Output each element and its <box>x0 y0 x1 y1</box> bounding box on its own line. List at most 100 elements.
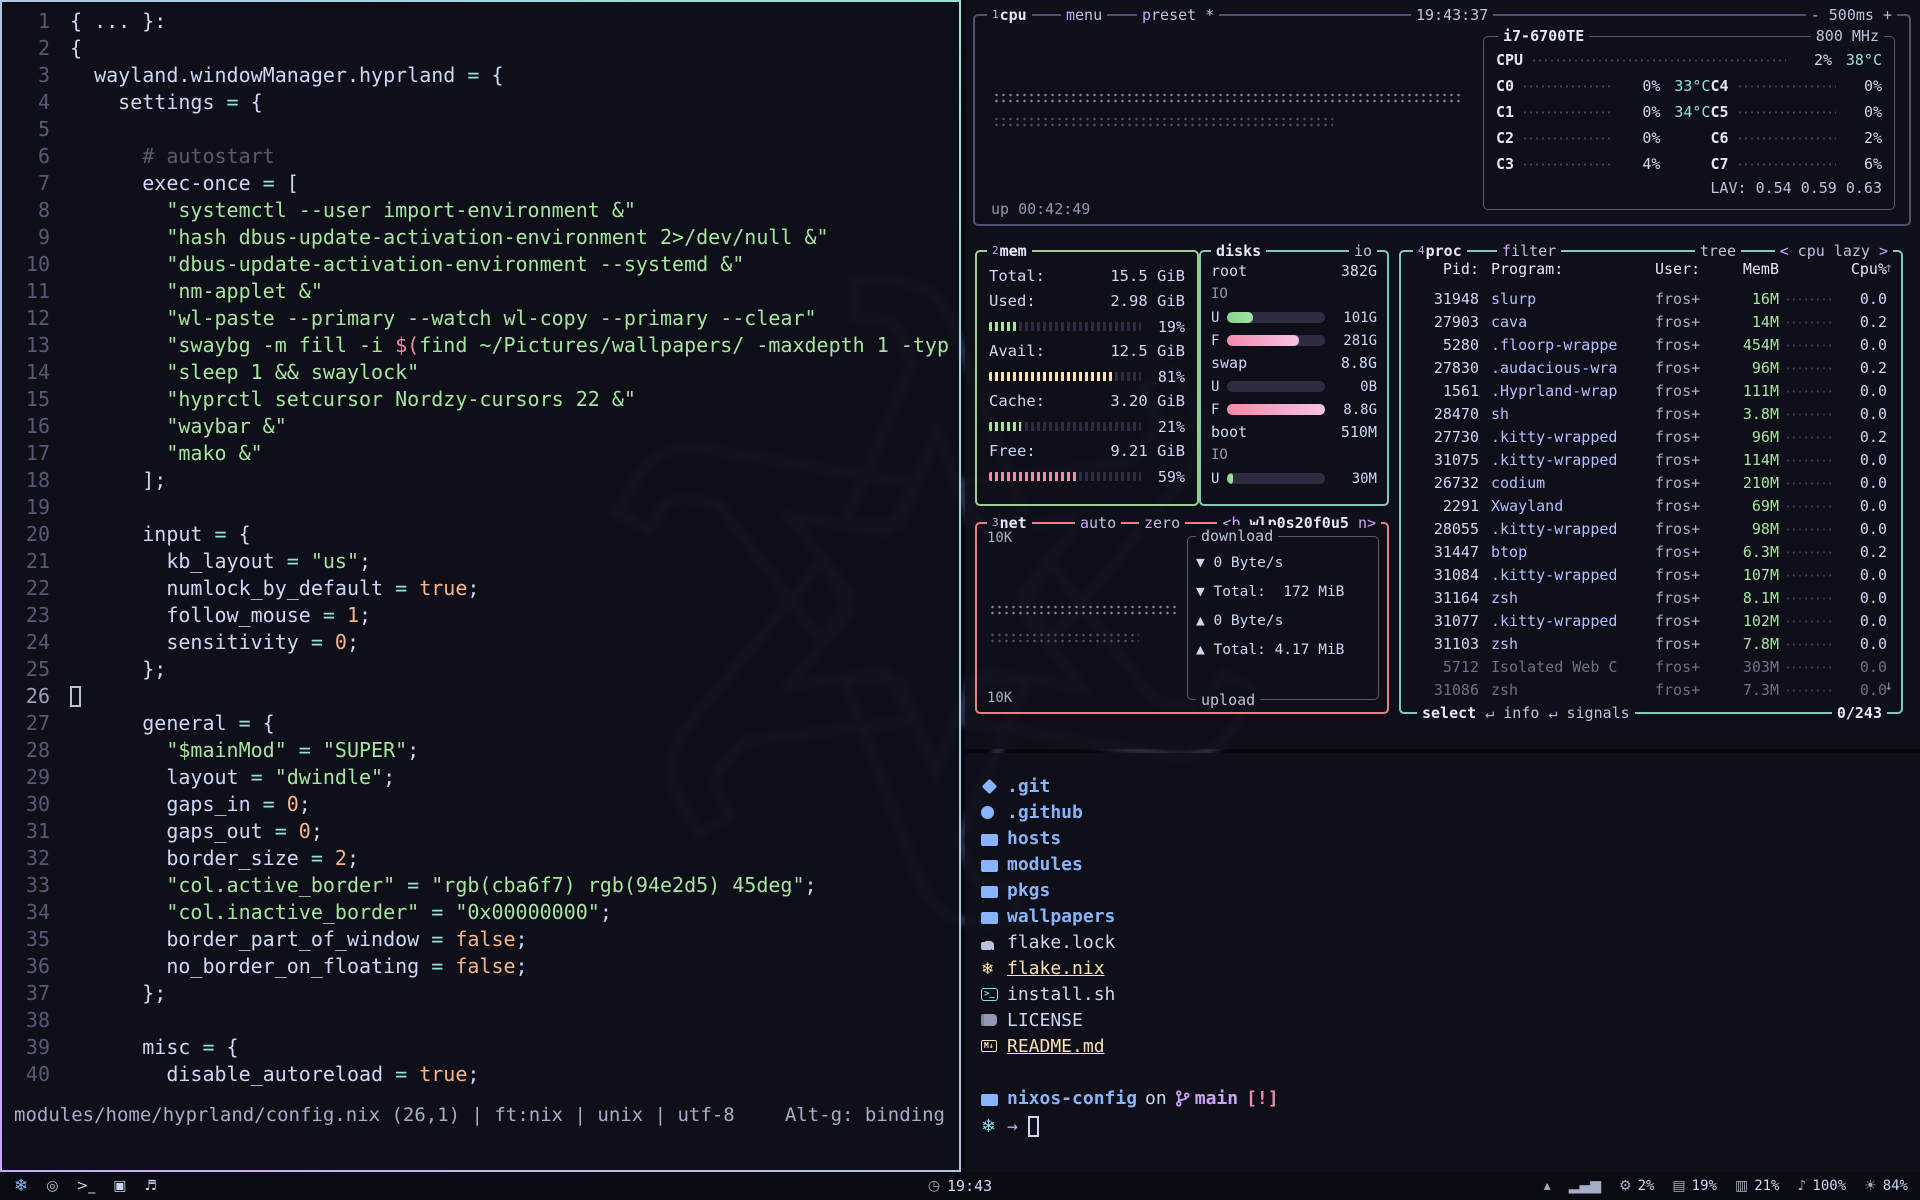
process-row[interactable]: 28055.kitty-wrappedfros+98M0.0 <box>1401 518 1901 541</box>
process-row[interactable]: 27830.audacious-wrafros+96M0.2 <box>1401 357 1901 380</box>
process-row[interactable]: 31103zshfros+7.8M0.0 <box>1401 633 1901 656</box>
tray-expander-module[interactable]: ▴ <box>1544 1178 1551 1194</box>
process-row[interactable]: 31084.kitty-wrappedfros+107M0.0 <box>1401 564 1901 587</box>
volume-module[interactable]: ♪100% <box>1797 1178 1846 1194</box>
code-line[interactable]: 29 layout = "dwindle"; <box>14 764 951 791</box>
line-number: 19 <box>14 494 50 521</box>
memory-module[interactable]: ▤19% <box>1672 1178 1717 1194</box>
workspace-music-icon[interactable]: ♬ <box>144 1178 157 1194</box>
process-row[interactable]: 27730.kitty-wrappedfros+96M0.2 <box>1401 426 1901 449</box>
code-line[interactable]: 33 "col.active_border" = "rgb(cba6f7) rg… <box>14 872 951 899</box>
code-line[interactable]: 4 settings = { <box>14 89 951 116</box>
process-sort-control[interactable]: < cpu lazy > <box>1775 240 1893 262</box>
clock-module[interactable]: ◷ 19:43 <box>928 1177 992 1195</box>
code-line[interactable]: 14 "sleep 1 && swaylock" <box>14 359 951 386</box>
code-line[interactable]: 28 "$mainMod" = "SUPER"; <box>14 737 951 764</box>
header-memb[interactable]: MemB <box>1725 260 1779 278</box>
workspace-terminal-icon[interactable]: >_ <box>76 1178 95 1194</box>
code-line[interactable]: 12 "wl-paste --primary --watch wl-copy -… <box>14 305 951 332</box>
code-line[interactable]: 37 }; <box>14 980 951 1007</box>
code-line[interactable]: 8 "systemctl --user import-environment &… <box>14 197 951 224</box>
code-line[interactable]: 36 no_border_on_floating = false; <box>14 953 951 980</box>
line-number: 32 <box>14 845 50 872</box>
code-line[interactable]: 1{ ... }: <box>14 8 951 35</box>
process-row[interactable]: 28470shfros+3.8M0.0 <box>1401 403 1901 426</box>
code-line[interactable]: 18 ]; <box>14 467 951 494</box>
code-token: ; <box>383 764 395 791</box>
code-line[interactable]: 32 border_size = 2; <box>14 845 951 872</box>
process-row[interactable]: 31164zshfros+8.1M0.0 <box>1401 587 1901 610</box>
header-cpu[interactable]: Cpu% <box>1841 260 1887 278</box>
code-line[interactable]: 2{ <box>14 35 951 62</box>
code-line[interactable]: 7 exec-once = [ <box>14 170 951 197</box>
code-line[interactable]: 35 border_part_of_window = false; <box>14 926 951 953</box>
line-number: 29 <box>14 764 50 791</box>
cpu-module[interactable]: ⚙2% <box>1619 1178 1654 1194</box>
preset-button[interactable]: preset * <box>1137 4 1219 26</box>
header-user[interactable]: User: <box>1655 260 1725 278</box>
shell-input-line[interactable]: ❄ → <box>981 1113 1904 1139</box>
code-line[interactable]: 27 general = { <box>14 710 951 737</box>
code-line[interactable]: 40 disable_autoreload = true; <box>14 1061 951 1088</box>
process-row[interactable]: 5712Isolated Web Cfros+303M0.0 <box>1401 656 1901 679</box>
workspace-display-icon[interactable]: ▣ <box>113 1178 126 1194</box>
process-row[interactable]: 1561.Hyprland-wrapfros+111M0.0 <box>1401 380 1901 403</box>
code-token: ; <box>600 899 612 926</box>
code-line[interactable]: 3 wayland.windowManager.hyprland = { <box>14 62 951 89</box>
header-pid[interactable]: Pid: <box>1415 260 1479 278</box>
statusline-file-info: modules/home/hyprland/config.nix (26,1) … <box>14 1104 735 1126</box>
code-line[interactable]: 25 }; <box>14 656 951 683</box>
net-zero-toggle[interactable]: zero <box>1139 512 1185 534</box>
menu-button[interactable]: menu <box>1061 4 1107 26</box>
update-interval-control[interactable]: - 500ms + <box>1806 4 1897 26</box>
process-table-header: Pid: Program: User: MemB Cpu% <box>1401 260 1901 278</box>
code-line[interactable]: 16 "waybar &" <box>14 413 951 440</box>
code-line[interactable]: 23 follow_mouse = 1; <box>14 602 951 629</box>
disks-io-toggle[interactable]: io <box>1349 240 1377 262</box>
process-row[interactable]: 31075.kitty-wrappedfros+114M0.0 <box>1401 449 1901 472</box>
code-line[interactable]: 6 # autostart <box>14 143 951 170</box>
code-line[interactable]: 13 "swaybg -m fill -i $(find ~/Pictures/… <box>14 332 951 359</box>
process-box: 4proc filter tree < cpu lazy > Pid: Prog… <box>1399 250 1903 714</box>
disk-module[interactable]: ▥21% <box>1735 1178 1780 1194</box>
process-tree-toggle[interactable]: tree <box>1695 240 1741 262</box>
process-row[interactable]: 26732codiumfros+210M0.0 <box>1401 472 1901 495</box>
code-line[interactable]: 9 "hash dbus-update-activation-environme… <box>14 224 951 251</box>
code-line[interactable]: 17 "mako &" <box>14 440 951 467</box>
code-line[interactable]: 26 <box>14 683 951 710</box>
process-row[interactable]: 5280.floorp-wrappefros+454M0.0 <box>1401 334 1901 357</box>
code-line[interactable]: 39 misc = { <box>14 1034 951 1061</box>
header-program[interactable]: Program: <box>1491 260 1655 278</box>
process-row[interactable]: 31086zshfros+7.3M0.0 <box>1401 679 1901 702</box>
code-line[interactable]: 19 <box>14 494 951 521</box>
nix-logo-icon[interactable]: ❄ <box>14 1176 28 1196</box>
net-auto-toggle[interactable]: auto <box>1075 512 1121 534</box>
process-row[interactable]: 2291Xwaylandfros+69M0.0 <box>1401 495 1901 518</box>
code-line[interactable]: 20 input = { <box>14 521 951 548</box>
scroll-up-indicator[interactable]: ↑ <box>1885 260 1893 276</box>
mem-stat-row: Avail:12.5 GiB <box>989 339 1185 364</box>
code-line[interactable]: 31 gaps_out = 0; <box>14 818 951 845</box>
process-row[interactable]: 31447btopfros+6.3M0.2 <box>1401 541 1901 564</box>
code-line[interactable]: 21 kb_layout = "us"; <box>14 548 951 575</box>
process-row[interactable]: 31077.kitty-wrappedfros+102M0.0 <box>1401 610 1901 633</box>
shell-script-icon <box>981 988 1007 1001</box>
brightness-module[interactable]: ☀84% <box>1864 1178 1908 1194</box>
code-token: numlock_by_default <box>70 575 395 602</box>
code-line[interactable]: 22 numlock_by_default = true; <box>14 575 951 602</box>
process-row[interactable]: 27903cavafros+14M0.2 <box>1401 311 1901 334</box>
clock-icon: ◷ <box>928 1178 940 1194</box>
code-line[interactable]: 15 "hyprctl setcursor Nordzy-cursors 22 … <box>14 386 951 413</box>
code-line[interactable]: 11 "nm-applet &" <box>14 278 951 305</box>
code-line[interactable]: 30 gaps_in = 0; <box>14 791 951 818</box>
power-icon[interactable]: ◎ <box>46 1178 58 1194</box>
network-module[interactable]: ▂▄▆ <box>1569 1178 1601 1194</box>
code-line[interactable]: 34 "col.inactive_border" = "0x00000000"; <box>14 899 951 926</box>
code-line[interactable]: 38 <box>14 1007 951 1034</box>
process-footer-actions[interactable]: select ↵ info ↵ signals <box>1417 702 1635 724</box>
process-row[interactable]: 31948slurpfros+16M0.0 <box>1401 288 1901 311</box>
code-line[interactable]: 5 <box>14 116 951 143</box>
code-line[interactable]: 24 sensitivity = 0; <box>14 629 951 656</box>
code-line[interactable]: 10 "dbus-update-activation-environment -… <box>14 251 951 278</box>
process-filter-button[interactable]: filter <box>1497 240 1561 262</box>
